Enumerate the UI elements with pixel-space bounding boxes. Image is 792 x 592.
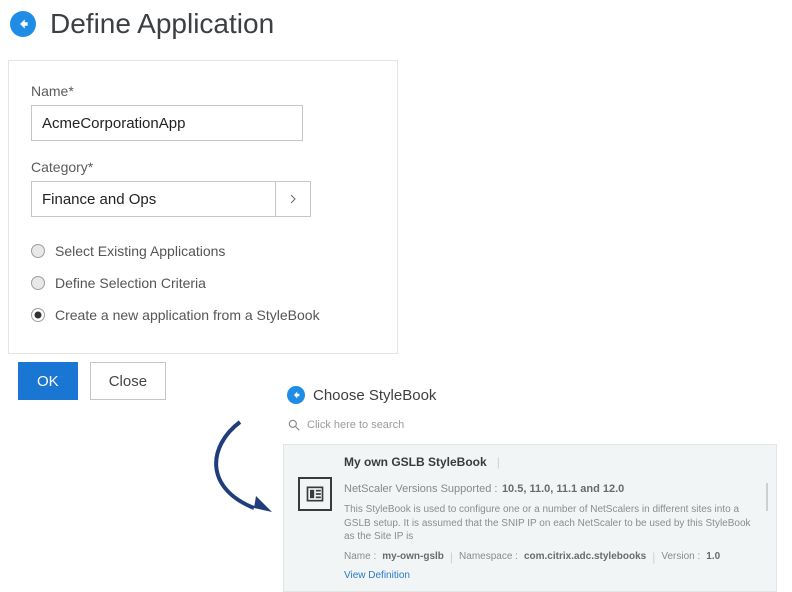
radio-create-from-stylebook[interactable]: Create a new application from a StyleBoo… [31, 307, 375, 323]
document-icon [298, 477, 332, 511]
divider: | [450, 550, 453, 564]
creation-mode-radio-group: Select Existing Applications Define Sele… [31, 243, 375, 323]
radio-label: Define Selection Criteria [55, 275, 206, 291]
stylebook-card[interactable]: My own GSLB StyleBook | NetScaler Versio… [283, 444, 777, 592]
search-icon [287, 418, 301, 432]
meta-version-label: Version : [661, 551, 700, 562]
name-input[interactable] [31, 105, 303, 141]
ns-versions-value: 10.5, 11.0, 11.1 and 12.0 [502, 483, 624, 495]
radio-label: Create a new application from a StyleBoo… [55, 307, 320, 323]
category-dropdown-button[interactable] [275, 181, 311, 217]
meta-namespace-label: Namespace : [459, 551, 518, 562]
radio-icon [31, 276, 45, 290]
divider: | [652, 550, 655, 564]
category-select[interactable]: Finance and Ops [31, 181, 311, 217]
meta-name-value: my-own-gslb [382, 551, 444, 562]
radio-define-criteria[interactable]: Define Selection Criteria [31, 275, 375, 291]
close-button[interactable]: Close [90, 362, 166, 400]
stylebook-search[interactable]: Click here to search [283, 412, 777, 444]
arrow-left-icon [16, 17, 30, 31]
stylebook-title: My own GSLB StyleBook [344, 455, 487, 469]
stylebook-description: This StyleBook is used to configure one … [344, 503, 762, 544]
view-definition-link[interactable]: View Definition [344, 570, 410, 581]
radio-label: Select Existing Applications [55, 243, 225, 259]
ns-versions-label: NetScaler Versions Supported : [344, 483, 497, 495]
search-placeholder: Click here to search [307, 419, 404, 431]
radio-icon [31, 244, 45, 258]
panel-back-button[interactable] [287, 386, 305, 404]
ok-button[interactable]: OK [18, 362, 78, 400]
meta-namespace-value: com.citrix.adc.stylebooks [524, 551, 646, 562]
define-application-form: Name* Category* Finance and Ops Select E… [8, 60, 398, 354]
back-button[interactable] [10, 11, 36, 37]
category-label: Category* [31, 159, 375, 175]
article-icon [305, 484, 325, 504]
arrow-left-icon [291, 390, 301, 400]
chevron-right-icon [287, 192, 299, 206]
divider: | [497, 455, 500, 469]
meta-version-value: 1.0 [706, 551, 720, 562]
choose-stylebook-panel: Choose StyleBook Click here to search My… [283, 380, 777, 592]
name-label: Name* [31, 83, 375, 99]
page-title: Define Application [50, 8, 274, 40]
flow-arrow-icon [200, 416, 290, 526]
meta-name-label: Name : [344, 551, 376, 562]
category-value: Finance and Ops [31, 181, 275, 217]
radio-select-existing[interactable]: Select Existing Applications [31, 243, 375, 259]
panel-title: Choose StyleBook [313, 387, 436, 404]
radio-icon [31, 308, 45, 322]
scrollbar[interactable] [766, 483, 768, 511]
